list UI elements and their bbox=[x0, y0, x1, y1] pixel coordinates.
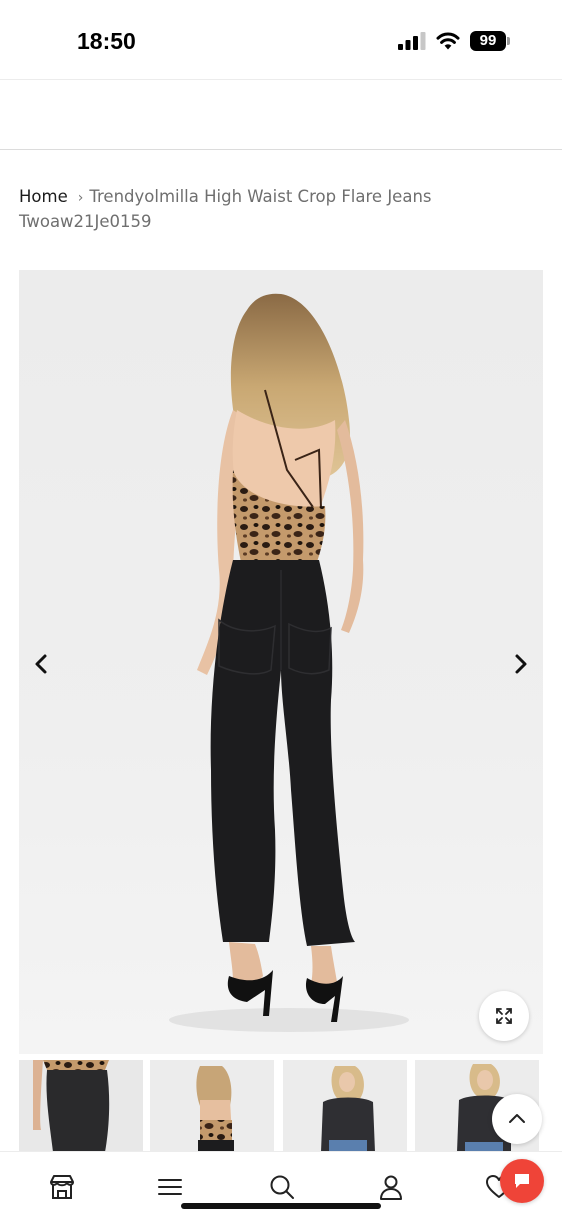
chevron-right-icon[interactable] bbox=[507, 650, 535, 678]
search-icon[interactable] bbox=[267, 1172, 297, 1202]
account-icon[interactable] bbox=[376, 1172, 406, 1202]
status-bar: 18:50 99 bbox=[0, 0, 562, 80]
battery-icon: 99 bbox=[470, 31, 510, 51]
chat-button[interactable] bbox=[500, 1159, 544, 1203]
product-image-gallery[interactable] bbox=[19, 270, 543, 1054]
thumbnail-image bbox=[19, 1060, 143, 1152]
bottom-navigation bbox=[0, 1151, 562, 1221]
breadcrumb: Home › Trendyolmilla High Waist Crop Flare… bbox=[19, 185, 539, 233]
chevron-left-icon[interactable] bbox=[27, 650, 55, 678]
menu-icon[interactable] bbox=[155, 1172, 185, 1202]
thumbnail-1[interactable] bbox=[19, 1060, 143, 1152]
site-header bbox=[0, 80, 562, 150]
product-photo bbox=[169, 293, 409, 1032]
home-indicator bbox=[181, 1203, 381, 1209]
breadcrumb-home-link[interactable]: Home bbox=[19, 187, 68, 206]
breadcrumb-separator: › bbox=[77, 190, 84, 206]
thumbnail-2[interactable] bbox=[150, 1060, 274, 1152]
chevron-up-icon bbox=[509, 1114, 525, 1123]
wifi-icon bbox=[436, 32, 460, 50]
battery-level: 99 bbox=[470, 31, 506, 51]
signal-icon bbox=[398, 32, 426, 50]
store-icon[interactable] bbox=[47, 1172, 77, 1202]
battery-tip bbox=[507, 37, 510, 45]
chat-bubble-icon bbox=[515, 1174, 529, 1188]
expand-icon bbox=[496, 1008, 512, 1024]
zoom-button[interactable] bbox=[479, 991, 529, 1041]
thumbnail-image bbox=[283, 1060, 407, 1152]
thumbnail-image bbox=[150, 1060, 274, 1152]
scroll-to-top-button[interactable] bbox=[492, 1094, 542, 1144]
thumbnail-3[interactable] bbox=[283, 1060, 407, 1152]
status-time: 18:50 bbox=[77, 28, 136, 54]
thumbnail-strip bbox=[19, 1060, 562, 1152]
